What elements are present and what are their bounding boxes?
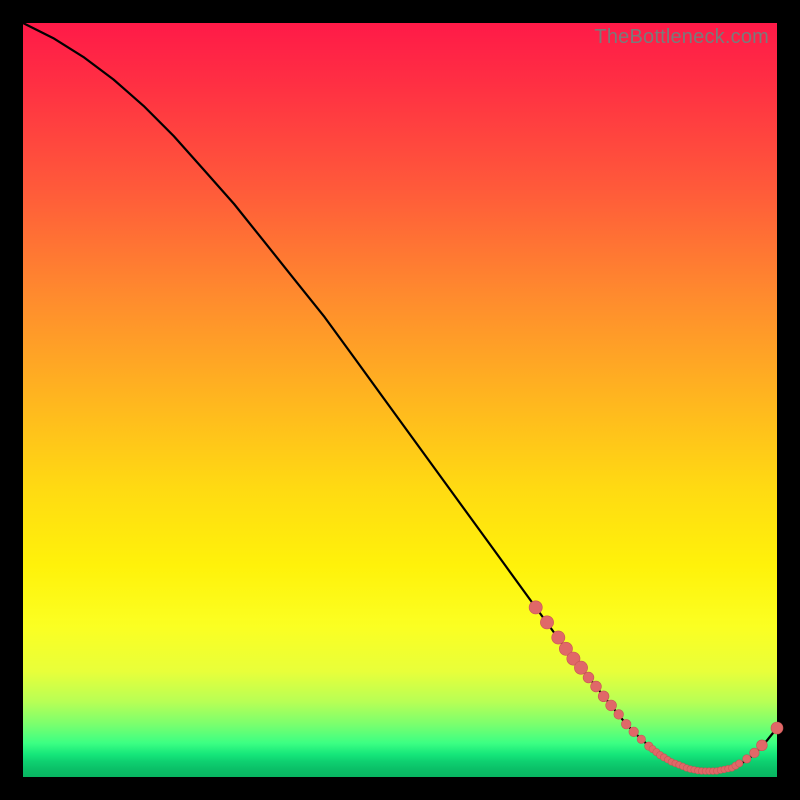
curve-marker <box>552 631 565 644</box>
curve-markers <box>529 601 783 775</box>
curve-marker <box>606 700 617 711</box>
curve-marker <box>743 755 751 763</box>
curve-marker <box>529 601 542 614</box>
curve-marker <box>637 735 645 743</box>
chart-svg <box>23 23 777 777</box>
curve-marker <box>574 661 587 674</box>
curve-marker <box>614 710 624 720</box>
curve-marker <box>598 691 609 702</box>
curve-marker <box>736 760 743 767</box>
chart-frame: TheBottleneck.com <box>0 0 800 800</box>
curve-marker <box>750 748 760 758</box>
curve-marker <box>583 672 594 683</box>
curve-marker <box>540 616 553 629</box>
curve-marker <box>591 681 602 692</box>
curve-marker <box>771 722 783 734</box>
bottleneck-curve <box>23 23 777 771</box>
plot-area: TheBottleneck.com <box>23 23 777 777</box>
curve-marker <box>621 719 631 729</box>
curve-marker <box>629 727 639 737</box>
curve-marker <box>757 740 768 751</box>
